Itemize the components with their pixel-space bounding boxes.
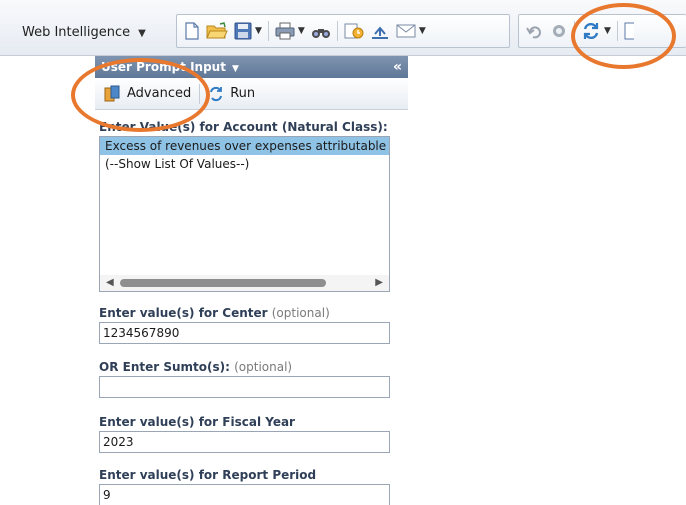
toolbar-separator (199, 83, 201, 104)
new-document-button[interactable] (181, 19, 203, 43)
center-prompt-label: Enter value(s) for Center (optional) (99, 306, 330, 320)
fiscal-year-label-text: Enter value(s) for Fiscal Year (99, 415, 295, 429)
new-document-icon (185, 22, 199, 40)
print-icon (275, 22, 295, 40)
email-icon (396, 24, 416, 38)
toolbar-separator (336, 21, 338, 41)
sumto-label-text: OR Enter Sumto(s): (99, 360, 230, 374)
run-label: Run (230, 86, 256, 101)
open-button[interactable] (203, 19, 231, 43)
open-folder-icon (206, 22, 228, 39)
find-button[interactable] (308, 19, 334, 43)
document-icon (624, 22, 634, 40)
refresh-button[interactable]: ▼ (578, 19, 614, 43)
app-menu-label: Web Intelligence (22, 25, 131, 40)
fiscal-year-prompt-label: Enter value(s) for Fiscal Year (99, 415, 295, 429)
toolbar-separator (267, 21, 269, 41)
refresh-dropdown-icon[interactable]: ▼ (604, 26, 611, 36)
prompt-toolbar: Advanced Run (95, 78, 408, 110)
web-intelligence-menu[interactable]: Web Intelligence ▼ (22, 22, 146, 44)
track-changes-icon (344, 23, 364, 39)
track-changes-button[interactable] (341, 19, 367, 43)
list-item[interactable]: (--Show List Of Values--) (100, 155, 389, 173)
sumto-optional-text: (optional) (234, 360, 293, 374)
save-icon (234, 22, 252, 40)
print-button[interactable]: ▼ (272, 19, 308, 43)
sumto-prompt-label: OR Enter Sumto(s): (optional) (99, 360, 292, 374)
account-prompt-label: Enter Value(s) for Account (Natural Clas… (99, 120, 388, 134)
list-item[interactable]: Excess of revenues over expenses attribu… (100, 137, 389, 155)
email-dropdown-icon[interactable]: ▼ (419, 26, 426, 36)
user-prompt-input-header[interactable]: User Prompt Input ▼ « (95, 56, 408, 78)
save-dropdown-icon[interactable]: ▼ (255, 26, 262, 36)
redo-button[interactable] (547, 19, 571, 43)
refresh-icon (583, 22, 599, 40)
export-icon (371, 26, 388, 39)
horizontal-scrollbar[interactable]: ◀ ▶ (100, 275, 389, 291)
chevron-down-icon[interactable]: ▼ (232, 64, 239, 74)
report-period-input[interactable] (99, 484, 390, 505)
center-label-text: Enter value(s) for Center (99, 306, 268, 320)
export-button[interactable] (367, 19, 393, 43)
panel-title: User Prompt Input (101, 60, 226, 74)
main-toolbar: Web Intelligence ▼ ▼ ▼ ▼ ▼ (0, 0, 686, 56)
print-dropdown-icon[interactable]: ▼ (298, 26, 305, 36)
toolbar-separator (616, 21, 618, 41)
advanced-icon (104, 85, 120, 101)
file-toolbar-group: ▼ ▼ ▼ (176, 14, 510, 48)
undo-icon (526, 26, 541, 39)
report-period-prompt-label: Enter value(s) for Report Period (99, 468, 316, 482)
undo-button[interactable] (523, 19, 547, 43)
center-input[interactable] (99, 322, 390, 344)
scroll-left-icon[interactable]: ◀ (106, 277, 114, 288)
toolbar-separator (574, 21, 575, 41)
account-prompt: Enter Value(s) for Account (Natural Clas… (99, 118, 399, 136)
redo-icon (553, 25, 565, 37)
advanced-label: Advanced (127, 86, 192, 101)
scrollbar-thumb[interactable] (120, 279, 326, 287)
sumto-input[interactable] (99, 376, 390, 398)
advanced-button[interactable]: Advanced (99, 81, 195, 107)
edit-toolbar-group: ▼ (518, 14, 686, 48)
next-toolbar-button[interactable] (621, 19, 637, 43)
account-value-list[interactable]: Excess of revenues over expenses attribu… (99, 136, 390, 292)
run-icon (210, 86, 223, 101)
find-icon (311, 29, 330, 38)
center-optional-text: (optional) (271, 306, 330, 320)
chevron-down-icon: ▼ (138, 28, 146, 39)
fiscal-year-input[interactable] (99, 431, 390, 453)
email-button[interactable]: ▼ (393, 19, 429, 43)
report-period-label-text: Enter value(s) for Report Period (99, 468, 317, 482)
save-button[interactable]: ▼ (231, 19, 265, 43)
collapse-panel-icon[interactable]: « (393, 56, 402, 78)
scroll-right-icon[interactable]: ▶ (375, 277, 383, 288)
run-button[interactable]: Run (204, 81, 259, 107)
